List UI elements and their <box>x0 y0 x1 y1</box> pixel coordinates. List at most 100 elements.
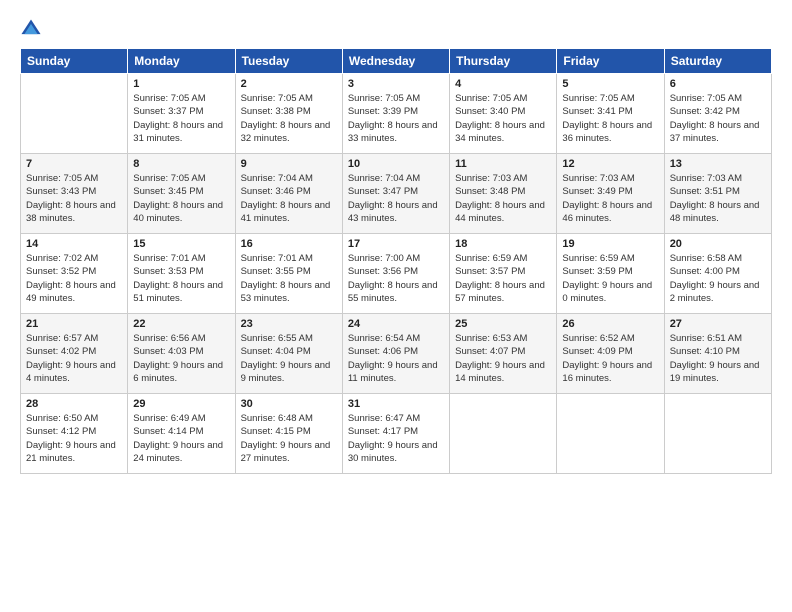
calendar-cell: 30 Sunrise: 6:48 AMSunset: 4:15 PMDayligh… <box>235 394 342 474</box>
weekday-header-sunday: Sunday <box>21 49 128 74</box>
calendar-cell: 7 Sunrise: 7:05 AMSunset: 3:43 PMDaylight… <box>21 154 128 234</box>
day-number: 13 <box>670 158 766 170</box>
calendar-cell: 11 Sunrise: 7:03 AMSunset: 3:48 PMDayligh… <box>450 154 557 234</box>
day-number: 15 <box>133 238 229 250</box>
week-row-2: 7 Sunrise: 7:05 AMSunset: 3:43 PMDaylight… <box>21 154 772 234</box>
calendar-cell: 31 Sunrise: 6:47 AMSunset: 4:17 PMDayligh… <box>342 394 449 474</box>
day-number: 21 <box>26 318 122 330</box>
day-info: Sunrise: 6:49 AMSunset: 4:14 PMDaylight:… <box>133 412 229 465</box>
header <box>20 18 772 40</box>
day-number: 31 <box>348 398 444 410</box>
weekday-header-friday: Friday <box>557 49 664 74</box>
calendar-cell: 28 Sunrise: 6:50 AMSunset: 4:12 PMDayligh… <box>21 394 128 474</box>
week-row-4: 21Sunrise: 6:57 AMSunset: 4:02 PMDayligh… <box>21 314 772 394</box>
day-info: Sunrise: 7:04 AMSunset: 3:46 PMDaylight:… <box>241 172 337 225</box>
day-number: 25 <box>455 318 551 330</box>
day-number: 29 <box>133 398 229 410</box>
week-row-3: 14 Sunrise: 7:02 AMSunset: 3:52 PMDayligh… <box>21 234 772 314</box>
day-number: 9 <box>241 158 337 170</box>
calendar-cell <box>557 394 664 474</box>
day-number: 16 <box>241 238 337 250</box>
day-number: 6 <box>670 78 766 90</box>
calendar-cell: 21Sunrise: 6:57 AMSunset: 4:02 PMDayligh… <box>21 314 128 394</box>
calendar-cell: 9 Sunrise: 7:04 AMSunset: 3:46 PMDaylight… <box>235 154 342 234</box>
calendar-cell: 17Sunrise: 7:00 AMSunset: 3:56 PMDayligh… <box>342 234 449 314</box>
day-info: Sunrise: 7:03 AMSunset: 3:48 PMDaylight:… <box>455 172 551 225</box>
day-number: 4 <box>455 78 551 90</box>
day-info: Sunrise: 6:51 AMSunset: 4:10 PMDaylight:… <box>670 332 766 385</box>
day-number: 14 <box>26 238 122 250</box>
calendar-cell: 14 Sunrise: 7:02 AMSunset: 3:52 PMDayligh… <box>21 234 128 314</box>
day-number: 20 <box>670 238 766 250</box>
day-number: 2 <box>241 78 337 90</box>
weekday-header-tuesday: Tuesday <box>235 49 342 74</box>
calendar-cell: 23 Sunrise: 6:55 AMSunset: 4:04 PMDayligh… <box>235 314 342 394</box>
weekday-header-saturday: Saturday <box>664 49 771 74</box>
day-info: Sunrise: 6:59 AMSunset: 3:57 PMDaylight:… <box>455 252 551 305</box>
day-info: Sunrise: 7:05 AMSunset: 3:40 PMDaylight:… <box>455 92 551 145</box>
day-info: Sunrise: 7:05 AMSunset: 3:42 PMDaylight:… <box>670 92 766 145</box>
day-info: Sunrise: 6:59 AMSunset: 3:59 PMDaylight:… <box>562 252 658 305</box>
calendar-cell <box>21 74 128 154</box>
calendar-cell: 16 Sunrise: 7:01 AMSunset: 3:55 PMDayligh… <box>235 234 342 314</box>
day-number: 27 <box>670 318 766 330</box>
day-number: 26 <box>562 318 658 330</box>
calendar-cell <box>664 394 771 474</box>
calendar-table: SundayMondayTuesdayWednesdayThursdayFrid… <box>20 48 772 474</box>
calendar-cell: 15 Sunrise: 7:01 AMSunset: 3:53 PMDayligh… <box>128 234 235 314</box>
day-number: 8 <box>133 158 229 170</box>
day-number: 28 <box>26 398 122 410</box>
calendar-cell: 22 Sunrise: 6:56 AMSunset: 4:03 PMDayligh… <box>128 314 235 394</box>
calendar-cell: 6 Sunrise: 7:05 AMSunset: 3:42 PMDaylight… <box>664 74 771 154</box>
calendar-cell: 25 Sunrise: 6:53 AMSunset: 4:07 PMDayligh… <box>450 314 557 394</box>
day-number: 22 <box>133 318 229 330</box>
page: SundayMondayTuesdayWednesdayThursdayFrid… <box>0 0 792 612</box>
calendar-cell: 12Sunrise: 7:03 AMSunset: 3:49 PMDayligh… <box>557 154 664 234</box>
day-info: Sunrise: 6:50 AMSunset: 4:12 PMDaylight:… <box>26 412 122 465</box>
day-info: Sunrise: 7:02 AMSunset: 3:52 PMDaylight:… <box>26 252 122 305</box>
logo <box>20 18 46 40</box>
calendar-cell: 19Sunrise: 6:59 AMSunset: 3:59 PMDayligh… <box>557 234 664 314</box>
weekday-header-row: SundayMondayTuesdayWednesdayThursdayFrid… <box>21 49 772 74</box>
day-info: Sunrise: 6:55 AMSunset: 4:04 PMDaylight:… <box>241 332 337 385</box>
calendar-cell: 5Sunrise: 7:05 AMSunset: 3:41 PMDaylight… <box>557 74 664 154</box>
day-info: Sunrise: 7:01 AMSunset: 3:55 PMDaylight:… <box>241 252 337 305</box>
calendar-cell: 24 Sunrise: 6:54 AMSunset: 4:06 PMDayligh… <box>342 314 449 394</box>
calendar-cell: 27 Sunrise: 6:51 AMSunset: 4:10 PMDayligh… <box>664 314 771 394</box>
day-info: Sunrise: 6:48 AMSunset: 4:15 PMDaylight:… <box>241 412 337 465</box>
calendar-cell: 8 Sunrise: 7:05 AMSunset: 3:45 PMDaylight… <box>128 154 235 234</box>
day-number: 10 <box>348 158 444 170</box>
calendar-cell: 18 Sunrise: 6:59 AMSunset: 3:57 PMDayligh… <box>450 234 557 314</box>
day-info: Sunrise: 7:05 AMSunset: 3:45 PMDaylight:… <box>133 172 229 225</box>
day-info: Sunrise: 7:03 AMSunset: 3:49 PMDaylight:… <box>562 172 658 225</box>
day-number: 30 <box>241 398 337 410</box>
day-number: 7 <box>26 158 122 170</box>
day-number: 24 <box>348 318 444 330</box>
calendar-cell: 29 Sunrise: 6:49 AMSunset: 4:14 PMDayligh… <box>128 394 235 474</box>
day-info: Sunrise: 7:05 AMSunset: 3:37 PMDaylight:… <box>133 92 229 145</box>
calendar-cell: 2 Sunrise: 7:05 AMSunset: 3:38 PMDaylight… <box>235 74 342 154</box>
calendar-cell: 4 Sunrise: 7:05 AMSunset: 3:40 PMDaylight… <box>450 74 557 154</box>
calendar-cell: 26Sunrise: 6:52 AMSunset: 4:09 PMDayligh… <box>557 314 664 394</box>
day-info: Sunrise: 6:56 AMSunset: 4:03 PMDaylight:… <box>133 332 229 385</box>
day-info: Sunrise: 7:01 AMSunset: 3:53 PMDaylight:… <box>133 252 229 305</box>
day-number: 23 <box>241 318 337 330</box>
calendar-cell: 10Sunrise: 7:04 AMSunset: 3:47 PMDayligh… <box>342 154 449 234</box>
week-row-1: 1 Sunrise: 7:05 AMSunset: 3:37 PMDaylight… <box>21 74 772 154</box>
day-number: 3 <box>348 78 444 90</box>
day-number: 11 <box>455 158 551 170</box>
calendar-cell: 13 Sunrise: 7:03 AMSunset: 3:51 PMDayligh… <box>664 154 771 234</box>
day-info: Sunrise: 7:05 AMSunset: 3:38 PMDaylight:… <box>241 92 337 145</box>
day-number: 1 <box>133 78 229 90</box>
day-number: 5 <box>562 78 658 90</box>
calendar-cell: 3Sunrise: 7:05 AMSunset: 3:39 PMDaylight… <box>342 74 449 154</box>
day-info: Sunrise: 6:47 AMSunset: 4:17 PMDaylight:… <box>348 412 444 465</box>
day-info: Sunrise: 7:05 AMSunset: 3:43 PMDaylight:… <box>26 172 122 225</box>
weekday-header-thursday: Thursday <box>450 49 557 74</box>
weekday-header-monday: Monday <box>128 49 235 74</box>
week-row-5: 28 Sunrise: 6:50 AMSunset: 4:12 PMDayligh… <box>21 394 772 474</box>
day-number: 18 <box>455 238 551 250</box>
day-info: Sunrise: 6:53 AMSunset: 4:07 PMDaylight:… <box>455 332 551 385</box>
day-info: Sunrise: 6:54 AMSunset: 4:06 PMDaylight:… <box>348 332 444 385</box>
day-info: Sunrise: 7:03 AMSunset: 3:51 PMDaylight:… <box>670 172 766 225</box>
